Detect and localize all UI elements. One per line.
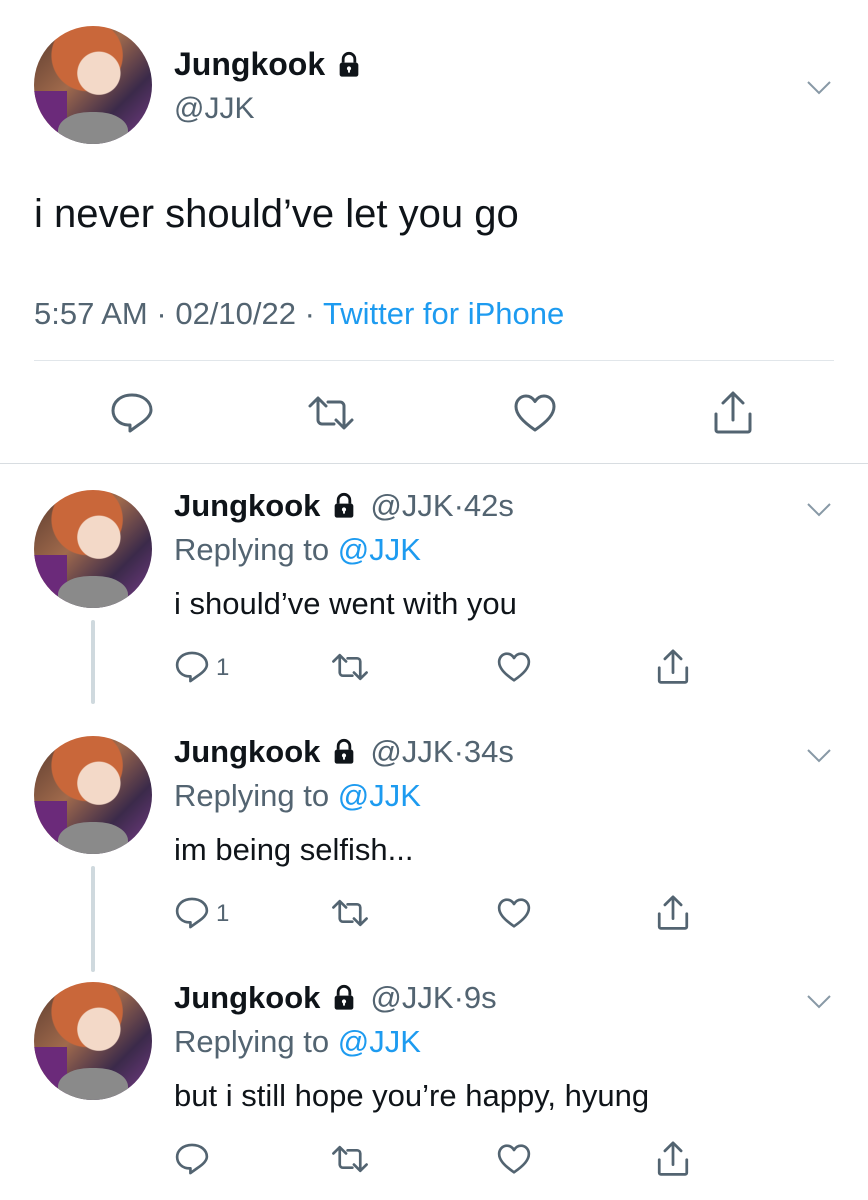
lock-icon — [335, 984, 354, 1010]
tweet-time[interactable]: 5:57 AM — [34, 296, 148, 331]
reply-tweet[interactable]: Jungkook @JJK · 34s Replying to @JJK im … — [0, 710, 868, 972]
author-name-row[interactable]: Jungkook — [174, 46, 363, 83]
lock-icon — [335, 738, 354, 764]
reply-header: Jungkook @JJK · 9s — [174, 980, 497, 1016]
tweet-meta: 5:57 AM · 02/10/22 · Twitter for iPhone — [34, 296, 564, 332]
main-tweet: Jungkook @JJK i never should’ve let you … — [0, 0, 868, 463]
chevron-down-icon[interactable] — [806, 994, 832, 1010]
author-name[interactable]: Jungkook — [174, 734, 320, 770]
author-handle[interactable]: @JJK — [174, 92, 254, 126]
tweet-time[interactable]: 42s — [464, 488, 514, 524]
tweet-actions: 1 — [0, 644, 868, 694]
author-name[interactable]: Jungkook — [174, 980, 320, 1016]
meta-separator: · — [304, 296, 315, 331]
share-icon[interactable] — [656, 648, 690, 686]
tweet-date[interactable]: 02/10/22 — [175, 296, 296, 331]
avatar[interactable] — [34, 26, 152, 144]
avatar[interactable] — [34, 736, 152, 854]
author-handle[interactable]: @JJK — [370, 980, 453, 1016]
author-handle[interactable]: @JJK — [370, 734, 453, 770]
lock-icon — [339, 51, 359, 77]
heart-icon[interactable] — [512, 392, 558, 434]
share-icon[interactable] — [656, 894, 690, 932]
tweet-time[interactable]: 9s — [464, 980, 497, 1016]
mention-link[interactable]: @JJK — [338, 778, 421, 813]
tweet-actions — [0, 1136, 868, 1186]
tweet-text: i should’ve went with you — [174, 586, 517, 621]
tweet-text: i never should’ve let you go — [34, 192, 519, 236]
heart-icon[interactable] — [496, 896, 532, 930]
retweet-icon[interactable] — [330, 1144, 370, 1174]
share-icon[interactable] — [712, 390, 754, 436]
replying-to: Replying to @JJK — [174, 1024, 421, 1060]
share-icon[interactable] — [656, 1140, 690, 1178]
tweet-actions: 1 — [0, 890, 868, 940]
reply-header: Jungkook @JJK · 34s — [174, 734, 514, 770]
tweet-text: but i still hope you’re happy, hyung — [174, 1078, 650, 1113]
chevron-down-icon[interactable] — [806, 80, 832, 96]
meta-separator: · — [156, 296, 167, 331]
replying-to-prefix: Replying to — [174, 1024, 338, 1059]
reply-icon[interactable] — [109, 392, 155, 434]
meta-separator: · — [453, 734, 464, 769]
reply-count: 1 — [216, 900, 230, 927]
retweet-icon[interactable] — [330, 898, 370, 928]
mention-link[interactable]: @JJK — [338, 532, 421, 567]
heart-icon[interactable] — [496, 650, 532, 684]
meta-separator: · — [453, 980, 464, 1015]
tweet-actions — [0, 386, 868, 442]
divider — [34, 360, 834, 361]
reply-tweet[interactable]: Jungkook @JJK · 9s Replying to @JJK but … — [0, 956, 868, 1200]
author-name[interactable]: Jungkook — [174, 488, 320, 524]
tweet-source-link[interactable]: Twitter for iPhone — [323, 296, 564, 331]
chevron-down-icon[interactable] — [806, 502, 832, 518]
replying-to-prefix: Replying to — [174, 532, 338, 567]
lock-icon — [335, 492, 354, 518]
reply-tweet[interactable]: Jungkook @JJK · 42s Replying to @JJK i s… — [0, 464, 868, 710]
reply-icon[interactable] — [174, 896, 210, 930]
tweet-time[interactable]: 34s — [464, 734, 514, 770]
retweet-icon[interactable] — [330, 652, 370, 682]
replying-to: Replying to @JJK — [174, 778, 421, 814]
reply-icon[interactable] — [174, 650, 210, 684]
replying-to: Replying to @JJK — [174, 532, 421, 568]
meta-separator: · — [453, 488, 464, 523]
replying-to-prefix: Replying to — [174, 778, 338, 813]
tweet-text: im being selfish... — [174, 832, 414, 867]
reply-count: 1 — [216, 654, 230, 681]
reply-header: Jungkook @JJK · 42s — [174, 488, 514, 524]
heart-icon[interactable] — [496, 1142, 532, 1176]
author-handle[interactable]: @JJK — [370, 488, 453, 524]
mention-link[interactable]: @JJK — [338, 1024, 421, 1059]
chevron-down-icon[interactable] — [806, 748, 832, 764]
avatar[interactable] — [34, 982, 152, 1100]
avatar[interactable] — [34, 490, 152, 608]
author-name[interactable]: Jungkook — [174, 46, 325, 83]
retweet-icon[interactable] — [306, 394, 356, 432]
reply-icon[interactable] — [174, 1142, 210, 1176]
